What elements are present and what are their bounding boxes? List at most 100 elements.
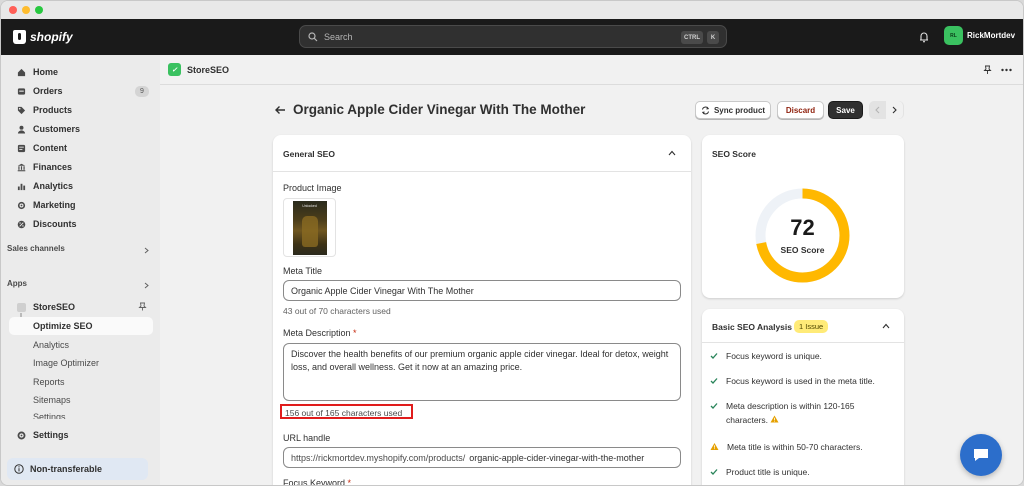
- checkmark-icon: [710, 378, 718, 384]
- chevron-up-icon[interactable]: [668, 150, 676, 156]
- meta-description-textarea[interactable]: Discover the health benefits of our prem…: [283, 343, 681, 401]
- sidebar-item-label: Marketing: [33, 200, 76, 210]
- search-icon: [308, 31, 318, 41]
- next-icon[interactable]: [886, 101, 903, 119]
- content-icon: [17, 144, 26, 152]
- meta-title-label: Meta Title: [283, 266, 323, 276]
- main-area: ✓ StoreSEO Organic Apple Cider Vinegar W…: [160, 55, 1023, 485]
- user-menu[interactable]: RL RickMortdev: [944, 26, 1015, 45]
- sync-product-button[interactable]: Sync product: [695, 101, 771, 119]
- sales-channels-heading[interactable]: Sales channels: [7, 244, 65, 253]
- product-photo: Unlocked: [292, 200, 327, 255]
- non-transferable-banner[interactable]: Non-transferable: [7, 458, 148, 480]
- title-bar: [1, 1, 1023, 19]
- previous-icon[interactable]: [869, 101, 886, 119]
- sidebar-item-label: Orders: [33, 86, 63, 96]
- sidebar-item-discounts[interactable]: Discounts: [17, 219, 77, 229]
- image-caption: Unlocked: [302, 203, 317, 208]
- pin-icon[interactable]: [983, 65, 992, 75]
- sidebar-subitem-reports[interactable]: Reports: [33, 377, 65, 387]
- sidebar-item-storeseo[interactable]: StoreSEO: [17, 302, 75, 312]
- sidebar-item-home[interactable]: Home: [17, 67, 58, 77]
- seo-check-row: Meta title is within 50-70 characters.: [710, 440, 863, 454]
- sidebar-item-settings[interactable]: Settings: [17, 430, 69, 440]
- storeseo-app-icon: [17, 302, 26, 312]
- browser-window: shopify CTRL K RL RickMortdev Home Order…: [0, 0, 1024, 486]
- sidebar-item-content[interactable]: Content: [17, 143, 67, 153]
- target-icon: [17, 201, 26, 209]
- sidebar-item-label: Finances: [33, 162, 73, 172]
- basic-seo-analysis-header[interactable]: Basic SEO Analysis 1 Issue: [702, 309, 904, 343]
- close-window-dot[interactable]: [9, 6, 17, 14]
- back-arrow-icon[interactable]: [274, 104, 286, 116]
- seo-check-row: Product title is unique.: [710, 465, 810, 479]
- seo-check-text: Meta title is within 50-70 characters.: [727, 442, 863, 452]
- info-icon: [14, 464, 24, 474]
- maximize-window-dot[interactable]: [35, 6, 43, 14]
- more-options-icon[interactable]: [1001, 68, 1012, 72]
- warning-icon: [710, 443, 719, 450]
- sidebar-subitem-optimize-seo[interactable]: Optimize SEO: [33, 321, 93, 331]
- sidebar-item-orders[interactable]: Orders: [17, 86, 63, 96]
- sidebar-item-analytics[interactable]: Analytics: [17, 181, 73, 191]
- sidebar-item-customers[interactable]: Customers: [17, 124, 80, 134]
- app-title: StoreSEO: [187, 64, 230, 75]
- shopify-bag-icon: [13, 30, 26, 44]
- orders-icon: [17, 87, 26, 95]
- chevron-right-icon[interactable]: [143, 282, 150, 289]
- seo-check-row: Meta description is within 120-165 chara…: [710, 399, 885, 427]
- bell-icon[interactable]: [917, 30, 931, 44]
- chevron-up-icon[interactable]: [882, 323, 890, 329]
- sidebar-item-label: StoreSEO: [33, 302, 76, 312]
- sidebar-subitem-analytics[interactable]: Analytics: [33, 340, 69, 350]
- url-handle-value: organic-apple-cider-vinegar-with-the-mot…: [469, 453, 645, 463]
- seo-check-text: Meta description is within 120-165 chara…: [726, 401, 855, 425]
- storeseo-logo-icon: ✓: [168, 63, 181, 76]
- search-bar[interactable]: CTRL K: [299, 25, 727, 48]
- page-title: Organic Apple Cider Vinegar With The Mot…: [293, 102, 586, 117]
- warning-icon: [770, 415, 779, 423]
- sidebar: Home Orders 9 Products Customers Content…: [1, 55, 160, 485]
- save-button[interactable]: Save: [828, 101, 863, 119]
- pagination: [869, 101, 904, 119]
- general-seo-header[interactable]: General SEO: [273, 135, 691, 172]
- minimize-window-dot[interactable]: [22, 6, 30, 14]
- apps-heading[interactable]: Apps: [7, 279, 27, 288]
- sidebar-item-label: Discounts: [33, 219, 77, 229]
- pin-icon[interactable]: [138, 302, 147, 311]
- sidebar-subitem-settings[interactable]: Settings: [33, 413, 66, 419]
- meta-title-input[interactable]: Organic Apple Cider Vinegar With The Mot…: [283, 280, 681, 301]
- orders-count-badge: 9: [135, 86, 149, 97]
- chevron-right-icon[interactable]: [143, 247, 150, 254]
- focus-keyword-label-text: Focus Keyword: [283, 478, 346, 486]
- sidebar-item-label: Customers: [33, 124, 81, 134]
- sidebar-subitem-sitemaps[interactable]: Sitemaps: [33, 395, 71, 405]
- shopify-logo[interactable]: shopify: [13, 30, 73, 44]
- sidebar-item-marketing[interactable]: Marketing: [17, 200, 76, 210]
- sidebar-item-products[interactable]: Products: [17, 105, 72, 115]
- seo-check-row: Focus keyword is used in the meta title.: [710, 374, 875, 388]
- meta-description-label-text: Meta Description: [283, 328, 351, 338]
- meta-title-help: 43 out of 70 characters used: [283, 306, 391, 316]
- checkmark-icon: [710, 469, 718, 475]
- shortcut-ctrl: CTRL: [681, 31, 703, 44]
- basic-seo-analysis-title: Basic SEO Analysis: [712, 322, 793, 332]
- chat-button[interactable]: [960, 434, 1002, 476]
- seo-score-label: SEO Score: [780, 245, 825, 255]
- url-handle-input[interactable]: https://rickmortdev.myshopify.com/produc…: [283, 447, 681, 468]
- seo-score-value: 72: [790, 215, 815, 240]
- seo-check-text-wrap: Meta description is within 120-165 chara…: [726, 399, 885, 427]
- basic-seo-analysis-card: Basic SEO Analysis 1 Issue Focus keyword…: [702, 309, 904, 485]
- seo-check-text: Product title is unique.: [726, 467, 810, 477]
- search-input[interactable]: [324, 31, 624, 42]
- seo-check-text: Focus keyword is used in the meta title.: [726, 376, 875, 386]
- sidebar-item-finances[interactable]: Finances: [17, 162, 72, 172]
- general-seo-card: General SEO Product Image Unlocked Meta …: [273, 135, 691, 486]
- required-mark: *: [353, 328, 357, 338]
- bank-icon: [17, 163, 26, 171]
- sidebar-subitem-image-optimizer[interactable]: Image Optimizer: [33, 358, 99, 368]
- discard-button[interactable]: Discard: [777, 101, 824, 119]
- product-image[interactable]: Unlocked: [283, 198, 336, 257]
- top-bar: shopify CTRL K RL RickMortdev: [1, 19, 1023, 55]
- meta-description-label: Meta Description *: [283, 328, 357, 338]
